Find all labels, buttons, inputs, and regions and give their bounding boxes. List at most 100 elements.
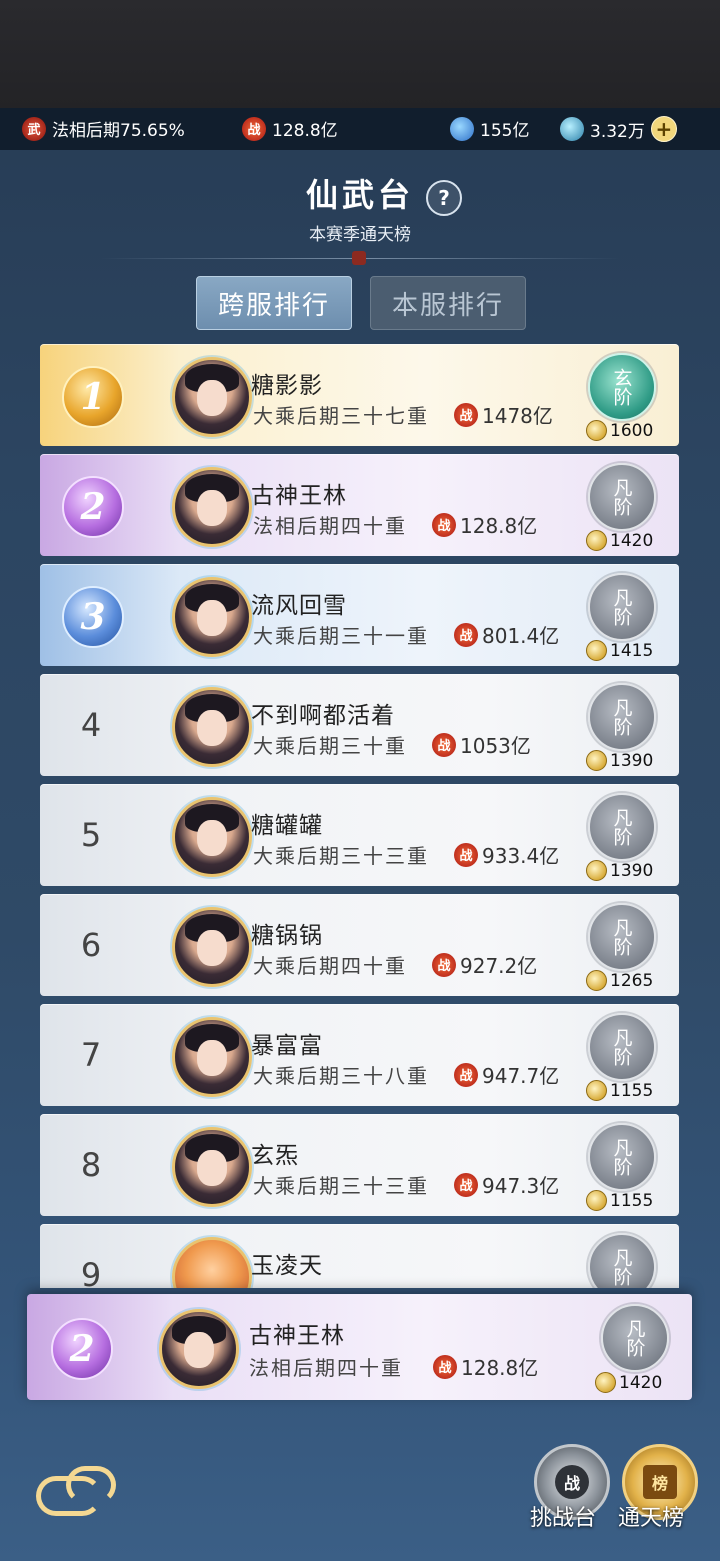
avatar bbox=[172, 1237, 252, 1288]
coin-icon bbox=[586, 860, 607, 881]
coin-icon bbox=[586, 750, 607, 771]
player-name: 暴富富 bbox=[251, 1033, 323, 1059]
avatar bbox=[172, 797, 252, 877]
combat-power-icon: 战 bbox=[433, 1354, 457, 1379]
ranking-row[interactable]: 4 不到啊都活着 大乘后期三十重 战 1053亿 凡阶 1390 bbox=[40, 674, 679, 776]
combat-power-icon: 战 bbox=[432, 512, 456, 537]
player-score: 1420 bbox=[595, 1372, 662, 1393]
rank-number: 4 bbox=[80, 706, 102, 744]
player-power: 战 1053亿 bbox=[432, 730, 531, 759]
ranking-row[interactable]: 1 糖影影 大乘后期三十七重 战 1478亿 玄阶 1600 bbox=[40, 344, 679, 446]
player-power: 战 128.8亿 bbox=[432, 510, 537, 539]
player-name: 玉凌天 bbox=[251, 1253, 323, 1279]
tier-badge: 凡阶 bbox=[588, 463, 656, 531]
coin-icon bbox=[586, 1190, 607, 1211]
player-name: 古神王林 bbox=[251, 483, 347, 509]
coin-icon bbox=[586, 1080, 607, 1101]
rank-medal-bronze: 3 bbox=[62, 586, 124, 648]
rank-number: 8 bbox=[80, 1146, 102, 1184]
challenge-arena-label[interactable]: 挑战台 bbox=[530, 1500, 596, 1532]
avatar bbox=[172, 357, 252, 437]
avatar bbox=[172, 577, 252, 657]
player-score: 1155 bbox=[586, 1080, 653, 1101]
seal-ornament bbox=[352, 251, 366, 265]
rank-number: 7 bbox=[80, 1036, 102, 1074]
avatar bbox=[159, 1309, 239, 1389]
avatar bbox=[172, 1017, 252, 1097]
tier-badge: 凡阶 bbox=[601, 1304, 669, 1372]
page-title: 仙武台 bbox=[305, 176, 414, 214]
coin-icon bbox=[586, 970, 607, 991]
spirit-stone-icon bbox=[450, 116, 474, 141]
ranking-row[interactable]: 9 玉凌天 凡阶 bbox=[40, 1224, 679, 1288]
cloud-menu-icon[interactable] bbox=[36, 1462, 120, 1516]
ranking-row[interactable]: 2 古神王林 法相后期四十重 战 128.8亿 凡阶 1420 bbox=[40, 454, 679, 556]
ranking-row[interactable]: 7 暴富富 大乘后期三十八重 战 947.7亿 凡阶 1155 bbox=[40, 1004, 679, 1106]
player-power-value: 947.3亿 bbox=[482, 1174, 560, 1198]
ranking-row[interactable]: 3 流风回雪 大乘后期三十一重 战 801.4亿 凡阶 1415 bbox=[40, 564, 679, 666]
tab-local-server[interactable]: 本服排行 bbox=[370, 276, 526, 330]
realm-progress: 武 法相后期75.65% bbox=[22, 116, 185, 141]
player-power-value: 1478亿 bbox=[482, 404, 553, 428]
resource-bar: 武 法相后期75.65% 战 128.8亿 155亿 3.32万 + bbox=[0, 108, 720, 150]
player-realm: 法相后期四十重 bbox=[253, 514, 407, 538]
tier-badge: 玄阶 bbox=[588, 353, 656, 421]
avatar bbox=[172, 1127, 252, 1207]
player-score-value: 1415 bbox=[610, 640, 654, 661]
ladder-icon: 榜 bbox=[643, 1465, 677, 1499]
player-score-value: 1420 bbox=[610, 530, 654, 551]
realm-progress-text: 法相后期75.65% bbox=[52, 121, 185, 141]
player-power: 战 933.4亿 bbox=[454, 840, 559, 869]
player-realm: 法相后期四十重 bbox=[249, 1356, 403, 1380]
rank-number: 5 bbox=[80, 816, 102, 854]
player-score: 1155 bbox=[586, 1190, 653, 1211]
tier-badge: 凡阶 bbox=[588, 1123, 656, 1191]
tier-badge: 凡阶 bbox=[588, 793, 656, 861]
player-power: 战 801.4亿 bbox=[454, 620, 559, 649]
player-score-value: 1155 bbox=[610, 1080, 654, 1101]
avatar bbox=[172, 467, 252, 547]
player-realm: 大乘后期三十三重 bbox=[253, 1174, 429, 1198]
coin-icon bbox=[586, 640, 607, 661]
currency-counter: 3.32万 + bbox=[560, 116, 677, 142]
avatar bbox=[172, 907, 252, 987]
player-realm: 大乘后期三十三重 bbox=[253, 844, 429, 868]
ranking-row[interactable]: 8 玄炁 大乘后期三十三重 战 947.3亿 凡阶 1155 bbox=[40, 1114, 679, 1216]
combat-power-icon: 战 bbox=[454, 622, 478, 647]
player-score-value: 1265 bbox=[610, 970, 654, 991]
player-score: 1390 bbox=[586, 750, 653, 771]
player-realm: 大乘后期三十一重 bbox=[253, 624, 429, 648]
player-power: 战 947.3亿 bbox=[454, 1170, 559, 1199]
add-currency-button[interactable]: + bbox=[650, 116, 677, 142]
combat-power-icon: 战 bbox=[454, 402, 478, 427]
player-score-value: 1600 bbox=[610, 420, 654, 441]
spirit-stone-text: 155亿 bbox=[480, 121, 530, 141]
my-rank-row[interactable]: 2 古神王林 法相后期四十重 战 128.8亿 凡阶 1420 bbox=[27, 1294, 692, 1400]
ladder-ranking-label[interactable]: 通天榜 bbox=[618, 1500, 684, 1532]
player-score-value: 1155 bbox=[610, 1190, 654, 1211]
challenge-icon: 战 bbox=[555, 1465, 589, 1499]
ranking-row[interactable]: 5 糖罐罐 大乘后期三十三重 战 933.4亿 凡阶 1390 bbox=[40, 784, 679, 886]
avatar bbox=[172, 687, 252, 767]
combat-power-icon: 战 bbox=[454, 1062, 478, 1087]
player-name: 流风回雪 bbox=[251, 593, 347, 619]
player-score: 1390 bbox=[586, 860, 653, 881]
player-name: 玄炁 bbox=[251, 1143, 299, 1169]
coin-icon bbox=[595, 1372, 616, 1393]
coin-icon bbox=[586, 420, 607, 441]
ranking-list-clip: 9 玉凌天 凡阶 bbox=[0, 1220, 720, 1288]
player-realm: 大乘后期三十重 bbox=[253, 734, 407, 758]
tab-cross-server[interactable]: 跨服排行 bbox=[196, 276, 352, 330]
player-score-value: 1390 bbox=[610, 750, 654, 771]
player-power: 战 128.8亿 bbox=[433, 1352, 538, 1381]
player-name: 古神王林 bbox=[249, 1323, 345, 1349]
rank-medal-silver: 2 bbox=[62, 476, 124, 538]
player-name: 糖锅锅 bbox=[251, 923, 323, 949]
player-name: 糖影影 bbox=[251, 373, 323, 399]
help-button[interactable]: ? bbox=[426, 180, 462, 216]
player-name: 不到啊都活着 bbox=[251, 703, 395, 729]
currency-text: 3.32万 bbox=[590, 121, 645, 142]
ranking-row[interactable]: 6 糖锅锅 大乘后期四十重 战 927.2亿 凡阶 1265 bbox=[40, 894, 679, 996]
player-realm: 大乘后期三十八重 bbox=[253, 1064, 429, 1088]
player-score-value: 1390 bbox=[610, 860, 654, 881]
